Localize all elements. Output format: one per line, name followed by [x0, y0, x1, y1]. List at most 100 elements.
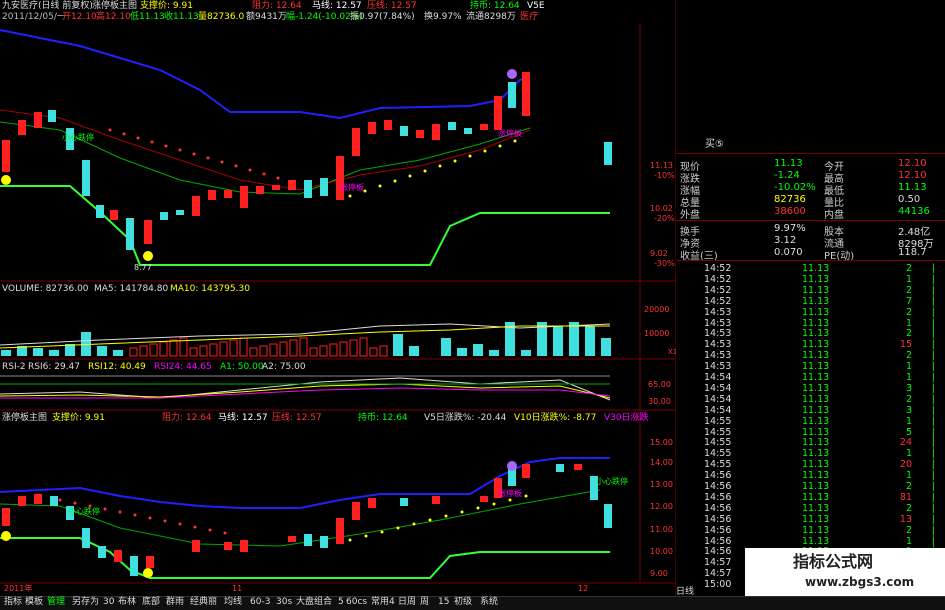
tick-row[interactable]: 14:52 11.13 1 | — [700, 273, 945, 285]
bottom-tab[interactable]: 周 — [420, 598, 429, 607]
quote-value-2: 11.13 — [898, 182, 927, 193]
tick-price: 11.13 — [802, 459, 830, 471]
tick-row[interactable]: 14:52 11.13 2 | — [700, 285, 945, 296]
bottom-tab[interactable]: 5 — [338, 598, 344, 607]
tick-time: 14:54 — [704, 372, 732, 383]
indicator-name[interactable]: 涨停板主图 — [92, 2, 137, 11]
info-high: 高12.10 — [96, 12, 131, 22]
bottom-tab[interactable]: 系统 — [480, 598, 498, 607]
tick-time: 14:57 — [704, 557, 732, 569]
volume-bar — [553, 326, 563, 356]
tick-row[interactable]: 14:54 11.13 2 | — [700, 394, 945, 405]
quote-row: 现价 11.13 今开 12.10 — [680, 158, 942, 173]
volume-bar-hollow — [249, 347, 258, 357]
lower-candle — [224, 542, 232, 550]
tick-row[interactable]: 14:53 11.13 15 | — [700, 339, 945, 351]
tick-volume: 2 — [905, 350, 912, 362]
bottom-tab[interactable]: 群雨 — [166, 598, 184, 607]
tick-row[interactable]: 14:52 11.13 2 | — [700, 263, 945, 274]
tick-row[interactable]: 14:55 11.13 1 | — [700, 448, 945, 459]
tick-row[interactable]: 14:56 11.13 81 | — [700, 492, 945, 503]
volume-ma5: MA5: 141784.80 — [94, 284, 169, 294]
lower-axis-3: 13.00 — [650, 480, 673, 489]
lower-candle — [82, 528, 90, 548]
trail-dot — [498, 144, 502, 148]
bottom-tab[interactable]: 均线 — [224, 598, 242, 607]
bottom-tab[interactable]: 日周 — [398, 598, 416, 607]
tick-volume: 3 — [905, 382, 912, 394]
bottom-tab[interactable]: 30 — [103, 598, 114, 607]
tick-row[interactable]: 14:56 11.13 13 | — [700, 514, 945, 525]
tick-price: 11.13 — [802, 372, 830, 383]
bottom-tab[interactable]: 管理 — [47, 598, 65, 607]
lower-hold: 持币: 12.64 — [358, 413, 408, 423]
bottom-tab[interactable]: 60cs — [346, 598, 367, 607]
tick-row[interactable]: 14:56 11.13 2 | — [700, 524, 945, 536]
candle — [368, 122, 376, 134]
volume-bar — [521, 350, 531, 356]
tick-time: 14:55 — [704, 426, 732, 438]
kline-chart-area[interactable] — [0, 0, 676, 596]
tick-row[interactable]: 14:55 11.13 5 | — [700, 426, 945, 438]
period-label[interactable]: 日线 — [676, 588, 694, 597]
tick-row[interactable]: 14:53 11.13 2 | — [700, 307, 945, 318]
tick-row[interactable]: 14:53 11.13 1 | — [700, 361, 945, 372]
candle — [604, 142, 612, 165]
tick-row[interactable]: 14:55 11.13 24 | — [700, 437, 945, 448]
bottom-tab[interactable]: 60-3 — [250, 598, 270, 607]
candle — [304, 180, 312, 198]
tick-row[interactable]: 14:53 11.13 2 | — [700, 350, 945, 362]
tick-time: 14:53 — [704, 317, 732, 329]
tick-row[interactable]: 14:54 11.13 3 | — [700, 404, 945, 416]
lower-candle — [304, 534, 312, 546]
lower-candle — [604, 504, 612, 528]
resistance-line — [0, 29, 531, 120]
tick-volume: 2 — [905, 524, 912, 536]
bottom-tab[interactable]: 模板 — [25, 598, 43, 607]
lower-indicator-name[interactable]: 涨停板主图 — [2, 414, 47, 423]
quote-value: 11.13 — [774, 158, 803, 169]
volume-bar-hollow — [309, 347, 318, 357]
tick-row[interactable]: 14:55 11.13 20 | — [700, 459, 945, 471]
tick-time: 14:54 — [704, 382, 732, 394]
tick-flag-icon: | — [932, 459, 936, 471]
tick-row[interactable]: 14:56 11.13 1 | — [700, 470, 945, 481]
bottom-tab[interactable]: 底部 — [142, 598, 160, 607]
lower-candle — [18, 496, 26, 506]
tick-row[interactable]: 14:56 11.13 1 | — [700, 536, 945, 547]
tick-row[interactable]: 14:56 11.13 2 | — [700, 503, 945, 514]
quote-value-2: 44136 — [898, 206, 930, 217]
bottom-tab[interactable]: 布林 — [118, 598, 136, 607]
bottom-tab[interactable]: 常用4 — [371, 598, 395, 607]
tick-row[interactable]: 14:53 11.13 1 | — [700, 317, 945, 329]
lower-stop-dot — [178, 522, 182, 526]
stock-title: 九安医疗(日线 前复权) — [2, 1, 93, 11]
tick-time: 14:54 — [704, 404, 732, 416]
bottom-tab[interactable]: 另存为 — [72, 598, 99, 607]
lower-candle — [130, 556, 138, 576]
bottom-tab[interactable]: 初级 — [454, 598, 472, 607]
tick-time: 14:53 — [704, 350, 732, 362]
tick-price: 11.13 — [802, 415, 830, 427]
tick-row[interactable]: 14:56 11.13 2 | — [700, 481, 945, 492]
bottom-tab[interactable]: 指标 — [4, 598, 22, 607]
lower-stop-dot — [163, 519, 167, 523]
bottom-tab[interactable]: 15 — [438, 598, 449, 607]
lower-candle — [288, 536, 296, 542]
tick-row[interactable]: 14:54 11.13 3 | — [700, 382, 945, 394]
tick-row[interactable]: 14:52 11.13 7 | — [700, 296, 945, 307]
info-turnover: 换9.97% — [424, 12, 462, 22]
volume-bar — [569, 322, 579, 356]
lower-axis-2: 14.00 — [650, 458, 673, 467]
tick-row[interactable]: 14:55 11.13 1 | — [700, 415, 945, 427]
bottom-tab[interactable]: 30s — [276, 598, 292, 607]
tick-row[interactable]: 14:54 11.13 1 | — [700, 372, 945, 383]
bottom-tab[interactable]: 大盘组合 — [296, 598, 332, 607]
tick-volume: 2 — [905, 263, 912, 274]
bottom-tab[interactable]: 经典丽 — [190, 598, 217, 607]
candle — [224, 190, 232, 198]
tick-flag-icon: | — [932, 339, 936, 351]
tick-price: 11.13 — [802, 273, 830, 285]
tick-row[interactable]: 14:53 11.13 2 | — [700, 328, 945, 339]
info-close: 收11.13 — [164, 12, 199, 22]
